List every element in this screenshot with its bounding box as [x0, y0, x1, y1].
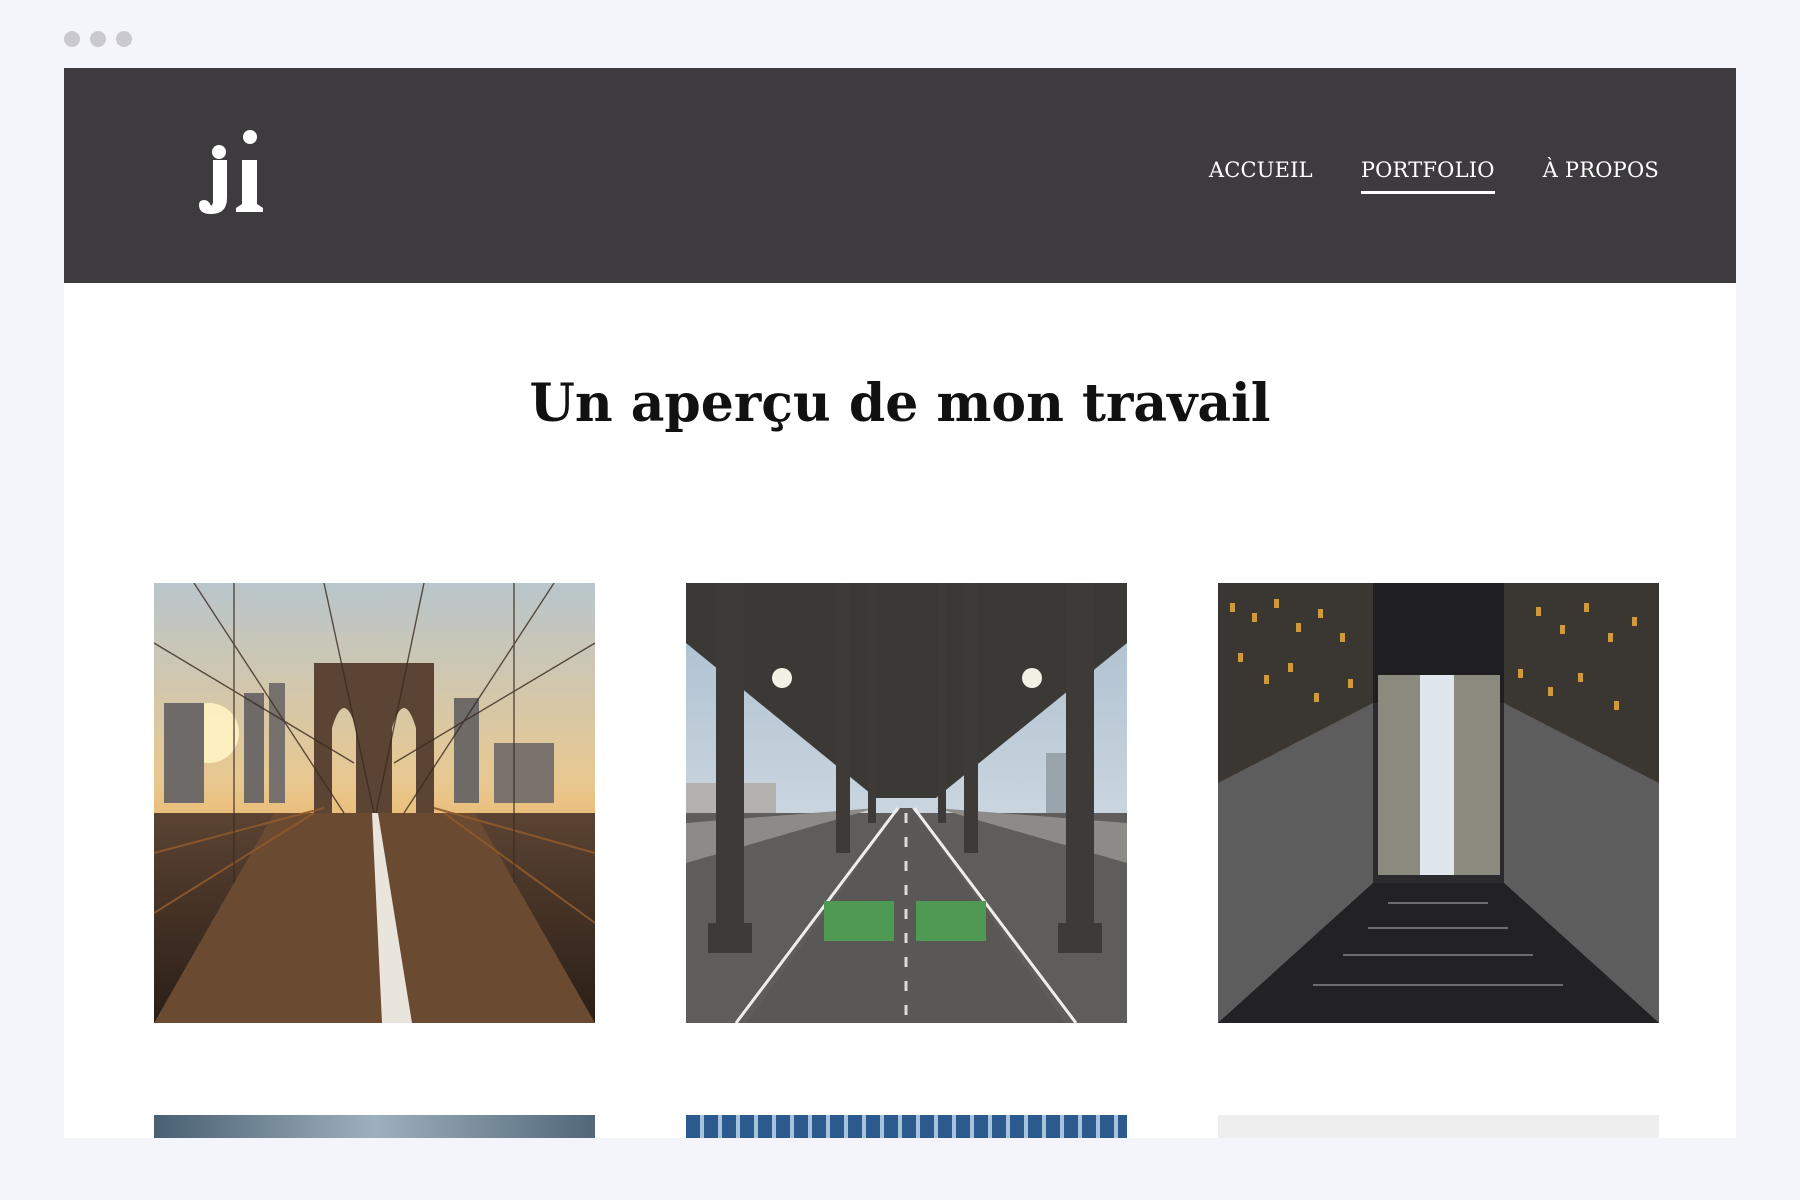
page-title: Un aperçu de mon travail: [529, 373, 1271, 434]
portfolio-image-viaduct[interactable]: [686, 583, 1127, 1023]
window-dot[interactable]: [64, 31, 80, 47]
nav-item-a-propos[interactable]: À PROPOS: [1543, 158, 1659, 194]
portfolio-image-partial[interactable]: [1218, 1115, 1659, 1138]
portfolio-image-building[interactable]: [1218, 583, 1659, 1023]
portfolio-image-bridge[interactable]: [154, 583, 595, 1023]
window-dot[interactable]: [90, 31, 106, 47]
portfolio-image-partial[interactable]: [686, 1115, 1127, 1138]
window-dot[interactable]: [116, 31, 132, 47]
portfolio-image-partial[interactable]: [154, 1115, 595, 1138]
main-nav: ACCUEIL PORTFOLIO À PROPOS: [1209, 158, 1659, 194]
site-header: ACCUEIL PORTFOLIO À PROPOS: [64, 68, 1736, 283]
window-controls: [64, 31, 132, 47]
browser-window: ACCUEIL PORTFOLIO À PROPOS Un aperçu de …: [64, 68, 1736, 1138]
nav-item-portfolio[interactable]: PORTFOLIO: [1360, 158, 1495, 194]
nav-item-accueil[interactable]: ACCUEIL: [1209, 158, 1313, 194]
site-logo[interactable]: [192, 130, 272, 216]
